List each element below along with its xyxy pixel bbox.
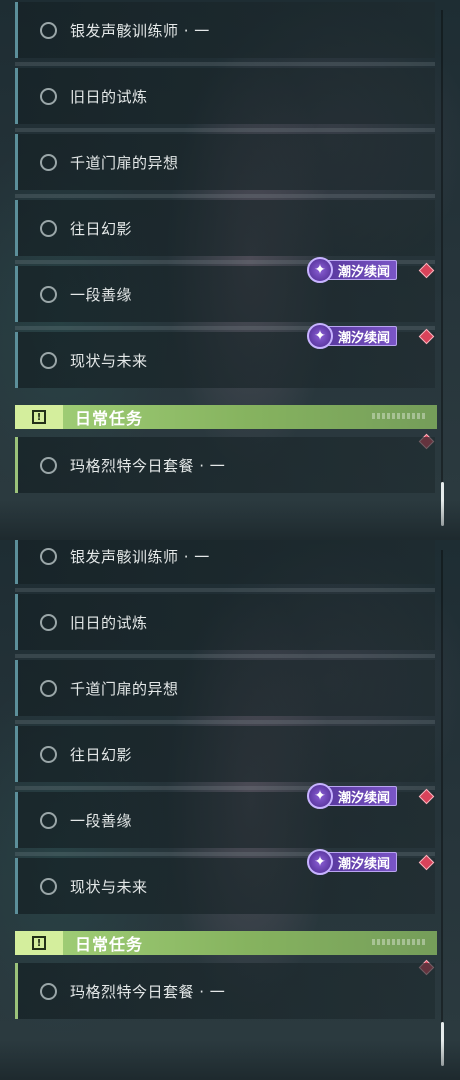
quest-row[interactable]: 旧日的试炼 xyxy=(15,594,435,650)
circle-outline-icon xyxy=(40,219,57,237)
daily-quest-header[interactable]: ! 日常任务 xyxy=(15,931,437,955)
tide-sparkle-icon: ✦ xyxy=(307,323,333,349)
quest-row[interactable]: 千道门扉的异想 xyxy=(15,134,435,190)
circle-outline-icon xyxy=(40,351,57,369)
daily-quest-row[interactable]: 玛格烈特今日套餐 · 一 xyxy=(15,963,435,1019)
row-divider xyxy=(15,194,435,198)
row-divider xyxy=(15,654,435,658)
circle-outline-icon xyxy=(40,153,57,171)
quest-label: 现状与未来 xyxy=(70,351,148,370)
tide-story-badge: ✦ 潮汐续闻 xyxy=(307,323,398,349)
quest-row[interactable]: 旧日的试炼 xyxy=(15,68,435,124)
quest-label: 玛格烈特今日套餐 · 一 xyxy=(70,982,226,1001)
circle-outline-icon xyxy=(40,547,57,565)
quest-label: 旧日的试炼 xyxy=(70,613,148,632)
circle-outline-icon xyxy=(40,456,57,474)
alert-square-icon: ! xyxy=(15,405,63,429)
section-title: 日常任务 xyxy=(75,409,144,428)
quest-label: 往日幻影 xyxy=(70,219,133,238)
tide-sparkle-icon: ✦ xyxy=(307,849,333,875)
header-decoration xyxy=(372,939,427,945)
quest-row[interactable]: 往日幻影 xyxy=(15,726,435,782)
circle-outline-icon xyxy=(40,87,57,105)
quest-label: 千道门扉的异想 xyxy=(70,153,179,172)
quest-list-panel-bottom: 银发声骸训练师 · 一 旧日的试炼 千道门扉的异想 往日幻影 一段善缘 ✦ 潮汐… xyxy=(0,540,460,1080)
tide-story-badge: ✦ 潮汐续闻 xyxy=(307,849,398,875)
daily-quest-header[interactable]: ! 日常任务 xyxy=(15,405,437,429)
quest-label: 旧日的试炼 xyxy=(70,87,148,106)
circle-outline-icon xyxy=(40,811,57,829)
quest-row[interactable]: 银发声骸训练师 · 一 xyxy=(15,540,435,584)
circle-outline-icon xyxy=(40,679,57,697)
scrollbar-track[interactable] xyxy=(441,10,443,525)
daily-quest-row[interactable]: 玛格烈特今日套餐 · 一 xyxy=(15,437,435,493)
scrollbar-thumb[interactable] xyxy=(441,1022,444,1066)
badge-label: 潮汐续闻 xyxy=(327,326,398,346)
quest-label: 千道门扉的异想 xyxy=(70,679,179,698)
alert-square-icon: ! xyxy=(15,931,63,955)
quest-row[interactable]: 往日幻影 xyxy=(15,200,435,256)
row-divider xyxy=(15,588,435,592)
circle-outline-icon xyxy=(40,285,57,303)
quest-label: 一段善缘 xyxy=(70,811,133,830)
circle-outline-icon xyxy=(40,877,57,895)
quest-row[interactable]: 银发声骸训练师 · 一 xyxy=(15,2,435,58)
tide-story-badge: ✦ 潮汐续闻 xyxy=(307,257,398,283)
quest-list-panel-top: 银发声骸训练师 · 一 旧日的试炼 千道门扉的异想 往日幻影 一段善缘 ✦ 潮汐… xyxy=(0,0,460,540)
quest-label: 往日幻影 xyxy=(70,745,133,764)
row-divider xyxy=(15,720,435,724)
circle-outline-icon xyxy=(40,21,57,39)
quest-label: 现状与未来 xyxy=(70,877,148,896)
circle-outline-icon xyxy=(40,745,57,763)
scrollbar-thumb[interactable] xyxy=(441,482,444,526)
quest-label: 银发声骸训练师 · 一 xyxy=(70,547,210,566)
circle-outline-icon xyxy=(40,613,57,631)
section-title: 日常任务 xyxy=(75,935,144,954)
row-divider xyxy=(15,62,435,66)
tide-story-badge: ✦ 潮汐续闻 xyxy=(307,783,398,809)
quest-label: 一段善缘 xyxy=(70,285,133,304)
badge-label: 潮汐续闻 xyxy=(327,852,398,872)
tide-sparkle-icon: ✦ xyxy=(307,783,333,809)
quest-row[interactable]: 千道门扉的异想 xyxy=(15,660,435,716)
header-decoration xyxy=(372,413,427,419)
quest-label: 银发声骸训练师 · 一 xyxy=(70,21,210,40)
row-divider xyxy=(15,128,435,132)
quest-label: 玛格烈特今日套餐 · 一 xyxy=(70,456,226,475)
badge-label: 潮汐续闻 xyxy=(327,260,398,280)
badge-label: 潮汐续闻 xyxy=(327,786,398,806)
tide-sparkle-icon: ✦ xyxy=(307,257,333,283)
scrollbar-track[interactable] xyxy=(441,550,443,1065)
circle-outline-icon xyxy=(40,982,57,1000)
